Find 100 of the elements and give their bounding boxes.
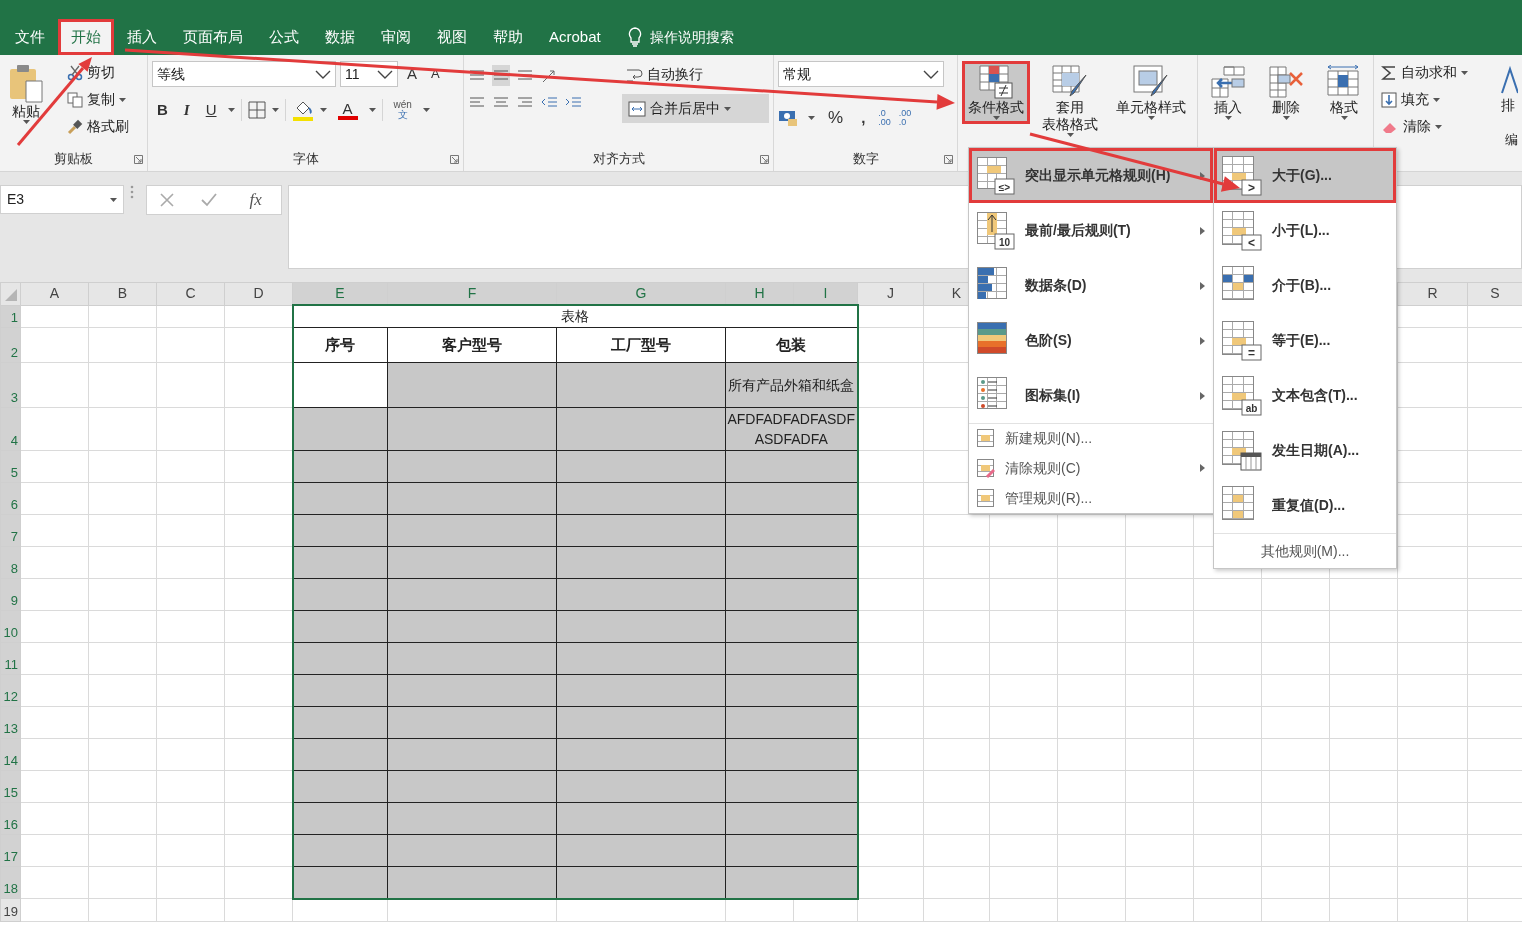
menu-item[interactable]: 其他规则(M)... — [1214, 533, 1396, 568]
row-header[interactable]: 12 — [0, 674, 21, 707]
ribbon-tab[interactable]: 文件 — [2, 19, 58, 55]
menu-item[interactable]: 10 最前/最后规则(T) — [969, 203, 1213, 258]
row-header[interactable]: 10 — [0, 610, 21, 643]
column-header[interactable]: R — [1397, 282, 1468, 305]
column-header[interactable]: J — [857, 282, 924, 305]
percent-button[interactable]: % — [823, 105, 849, 131]
copy-button[interactable]: 复制 — [64, 88, 143, 111]
table-cell[interactable] — [725, 514, 858, 547]
decrease-decimal-button[interactable]: .00 .0 — [898, 108, 912, 127]
table-cell[interactable] — [292, 802, 388, 835]
table-cell[interactable] — [292, 450, 388, 483]
row-header[interactable]: 19 — [0, 898, 21, 922]
menu-item[interactable]: 色阶(S) — [969, 313, 1213, 368]
merge-center-button[interactable]: 合并后居中 — [621, 94, 769, 123]
paste-button[interactable]: 粘贴 — [4, 61, 48, 126]
row-header[interactable]: 18 — [0, 866, 21, 899]
menu-item[interactable]: ≤> 突出显示单元格规则(H) — [969, 148, 1213, 203]
table-cell[interactable] — [387, 642, 557, 675]
row-header[interactable]: 6 — [0, 482, 21, 515]
table-cell[interactable] — [292, 866, 388, 899]
insert-function-button[interactable]: fx — [243, 186, 268, 214]
row-header[interactable]: 5 — [0, 450, 21, 483]
table-cell[interactable] — [292, 642, 388, 675]
menu-item[interactable]: ab 文本包含(T)... — [1214, 368, 1396, 423]
table-cell[interactable] — [387, 834, 557, 867]
row-header[interactable]: 2 — [0, 327, 21, 363]
table-cell[interactable] — [292, 738, 388, 771]
ribbon-tab[interactable]: 视图 — [424, 19, 480, 55]
table-cell[interactable] — [292, 546, 388, 579]
table-cell[interactable] — [725, 802, 858, 835]
table-cell[interactable] — [556, 362, 726, 408]
cells-button[interactable]: 插入 — [1202, 61, 1254, 124]
table-cell[interactable]: AFDFADFADFASDFASDFADFA — [725, 407, 858, 451]
table-cell[interactable] — [387, 610, 557, 643]
table-cell[interactable] — [725, 482, 858, 515]
table-cell[interactable] — [556, 546, 726, 579]
name-box[interactable]: E3 — [0, 185, 124, 214]
menu-item[interactable]: 新建规则(N)... — [969, 423, 1213, 453]
clear-button[interactable]: 清除 — [1378, 115, 1471, 138]
menu-item[interactable]: 图标集(I) — [969, 368, 1213, 423]
font-name-field[interactable]: 等线 — [152, 61, 336, 87]
style-button[interactable]: 条件格式 — [962, 61, 1030, 124]
autosum-button[interactable]: 自动求和 — [1378, 61, 1471, 84]
grow-font-button[interactable]: A — [402, 62, 422, 86]
table-cell[interactable] — [387, 546, 557, 579]
table-cell[interactable] — [387, 866, 557, 899]
row-header[interactable]: 17 — [0, 834, 21, 867]
table-cell[interactable] — [292, 482, 388, 515]
cells-button[interactable]: 格式 — [1318, 61, 1370, 124]
table-cell[interactable] — [387, 450, 557, 483]
table-cell[interactable] — [556, 514, 726, 547]
column-header[interactable]: C — [156, 282, 225, 305]
bold-button[interactable]: B — [152, 99, 173, 122]
table-cell[interactable]: 所有产品外箱和纸盒 — [725, 362, 858, 408]
underline-button[interactable]: U — [200, 99, 222, 122]
table-cell[interactable] — [556, 674, 726, 707]
menu-item[interactable]: = 等于(E)... — [1214, 313, 1396, 368]
ribbon-tab[interactable]: Acrobat — [536, 19, 614, 55]
style-button[interactable]: 单元格样式 — [1110, 61, 1192, 124]
table-cell[interactable] — [292, 834, 388, 867]
table-cell[interactable] — [556, 610, 726, 643]
row-header[interactable]: 8 — [0, 546, 21, 579]
table-cell[interactable] — [292, 706, 388, 739]
increase-decimal-button[interactable]: .0 .00 — [878, 108, 891, 127]
table-cell[interactable] — [387, 362, 557, 408]
column-header[interactable]: S — [1467, 282, 1522, 305]
sort-button[interactable]: 排 — [1498, 61, 1518, 116]
ribbon-tab[interactable]: 开始 — [58, 19, 114, 55]
table-cell[interactable] — [725, 866, 858, 899]
column-header[interactable]: D — [224, 282, 293, 305]
menu-item[interactable]: 发生日期(A)... — [1214, 423, 1396, 478]
table-cell[interactable] — [292, 610, 388, 643]
table-cell[interactable] — [556, 450, 726, 483]
menu-item[interactable]: > 大于(G)... — [1214, 148, 1396, 203]
menu-item[interactable]: 管理规则(R)... — [969, 483, 1213, 513]
menu-item[interactable]: 清除规则(C) — [969, 453, 1213, 483]
italic-button[interactable]: I — [178, 99, 195, 122]
table-cell[interactable] — [725, 546, 858, 579]
row-header[interactable]: 13 — [0, 706, 21, 739]
table-cell[interactable] — [725, 450, 858, 483]
table-cell[interactable] — [387, 706, 557, 739]
ribbon-tab[interactable]: 页面布局 — [170, 19, 256, 55]
table-cell[interactable] — [292, 770, 388, 803]
table-cell[interactable] — [725, 578, 858, 611]
table-cell[interactable] — [387, 770, 557, 803]
row-header[interactable]: 7 — [0, 514, 21, 547]
tell-me-search[interactable]: 操作说明搜索 — [649, 26, 734, 48]
column-header[interactable]: A — [20, 282, 89, 305]
table-cell[interactable] — [725, 642, 858, 675]
table-cell[interactable] — [292, 407, 388, 451]
ribbon-tab[interactable]: 插入 — [114, 19, 170, 55]
table-cell[interactable] — [387, 578, 557, 611]
row-header[interactable]: 11 — [0, 642, 21, 675]
menu-item[interactable]: 重复值(D)... — [1214, 478, 1396, 533]
table-cell[interactable] — [556, 706, 726, 739]
row-header[interactable]: 4 — [0, 407, 21, 451]
table-cell[interactable] — [556, 770, 726, 803]
ribbon-tab[interactable]: 审阅 — [368, 19, 424, 55]
